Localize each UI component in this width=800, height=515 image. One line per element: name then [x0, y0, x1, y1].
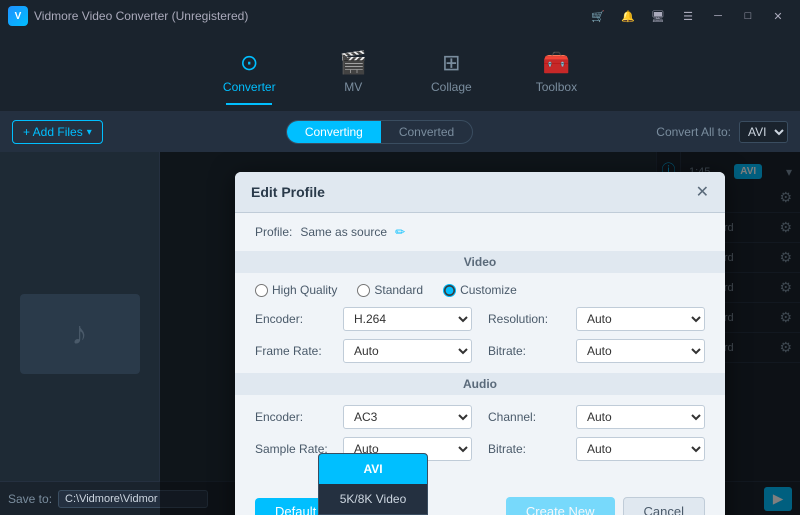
media-placeholder: ♪ — [20, 294, 140, 374]
minimize-button[interactable]: ─ — [704, 6, 732, 26]
audio-bitrate-select[interactable]: Auto — [576, 437, 705, 461]
app-icon: V — [8, 6, 28, 26]
profile-label: Profile: — [255, 225, 292, 239]
video-bitrate-select[interactable]: Auto — [576, 339, 705, 363]
profile-value: Same as source — [300, 225, 387, 239]
video-bitrate-label: Bitrate: — [488, 344, 568, 358]
music-icon: ♪ — [72, 315, 88, 352]
maximize-button[interactable]: □ — [734, 6, 762, 26]
nav-label-collage: Collage — [431, 80, 472, 94]
format-dropdown: AVI 5K/8K Video — [318, 453, 428, 515]
audio-encoder-row: Encoder: AC3 — [255, 405, 472, 429]
encoder-label: Encoder: — [255, 312, 335, 326]
standard-label: Standard — [374, 283, 423, 297]
radio-customize[interactable]: Customize — [443, 283, 517, 297]
modal-body: Profile: Same as source ✏ Video High Qua… — [235, 213, 725, 487]
high-quality-label: High Quality — [272, 283, 337, 297]
audio-encoder-label: Encoder: — [255, 410, 335, 424]
title-bar: V Vidmore Video Converter (Unregistered)… — [0, 0, 800, 32]
title-bar-left: V Vidmore Video Converter (Unregistered) — [8, 6, 248, 26]
save-to-label: Save to: — [8, 492, 52, 506]
customize-label: Customize — [460, 283, 517, 297]
convert-all-select[interactable]: AVI — [739, 121, 788, 143]
collage-icon: ⊞ — [442, 50, 460, 76]
video-quality-group: High Quality Standard Customize — [255, 283, 705, 297]
modal-title: Edit Profile — [251, 184, 325, 200]
resolution-label: Resolution: — [488, 312, 568, 326]
resolution-row: Resolution: Auto — [488, 307, 705, 331]
toolbar: + Add Files ▾ Converting Converted Conve… — [0, 112, 800, 152]
cancel-button[interactable]: Cancel — [623, 497, 705, 515]
mv-icon: 🎬 — [340, 50, 367, 76]
channel-select[interactable]: Auto — [576, 405, 705, 429]
toolbox-icon: 🧰 — [543, 50, 570, 76]
monitor-button[interactable]: 🖥 — [644, 6, 672, 26]
menu-button[interactable]: ☰ — [674, 6, 702, 26]
channel-row: Channel: Auto — [488, 405, 705, 429]
modal-header: Edit Profile ✕ — [235, 172, 725, 213]
audio-bitrate-row: Bitrate: Auto — [488, 437, 705, 461]
nav-item-converter[interactable]: ⊙ Converter — [211, 42, 288, 102]
close-button[interactable]: ✕ — [764, 6, 792, 26]
tab-converting[interactable]: Converting — [287, 121, 381, 143]
video-section-label: Video — [235, 251, 725, 273]
radio-standard[interactable]: Standard — [357, 283, 423, 297]
audio-encoder-select[interactable]: AC3 — [343, 405, 472, 429]
encoder-select[interactable]: H.264 — [343, 307, 472, 331]
nav-label-toolbox: Toolbox — [536, 80, 577, 94]
resolution-select[interactable]: Auto — [576, 307, 705, 331]
left-panel: ♪ — [0, 152, 160, 515]
convert-all-label: Convert All to: — [656, 125, 731, 139]
create-new-button[interactable]: Create New — [506, 497, 615, 515]
channel-label: Channel: — [488, 410, 568, 424]
audio-section-label: Audio — [235, 373, 725, 395]
nav-item-toolbox[interactable]: 🧰 Toolbox — [524, 42, 589, 102]
title-bar-controls: 🛒 🔔 🖥 ☰ ─ □ ✕ — [584, 6, 792, 26]
audio-bitrate-label: Bitrate: — [488, 442, 568, 456]
video-bitrate-row: Bitrate: Auto — [488, 339, 705, 363]
bell-button[interactable]: 🔔 — [614, 6, 642, 26]
frame-rate-row: Frame Rate: Auto — [255, 339, 472, 363]
nav-item-collage[interactable]: ⊞ Collage — [419, 42, 484, 102]
tab-group: Converting Converted — [286, 120, 473, 144]
edit-profile-modal: Edit Profile ✕ Profile: Same as source ✏… — [235, 172, 725, 515]
add-files-label: + Add Files — [23, 125, 83, 139]
profile-row: Profile: Same as source ✏ — [255, 225, 705, 239]
converter-icon: ⊙ — [240, 50, 258, 76]
add-files-button[interactable]: + Add Files ▾ — [12, 120, 103, 144]
encoder-row: Encoder: H.264 — [255, 307, 472, 331]
tab-converted[interactable]: Converted — [381, 121, 472, 143]
app-title: Vidmore Video Converter (Unregistered) — [34, 9, 248, 23]
video-form-grid: Encoder: H.264 Resolution: Auto — [255, 307, 705, 363]
main-content: ♪ ⓘ 1:45 AVI ▾ Auto ⚙ Standard ⚙ Standa — [0, 152, 800, 515]
add-files-dropdown-arrow: ▾ — [87, 127, 92, 138]
modal-footer: Default Create New Cancel — [235, 487, 725, 515]
nav-label-mv: MV — [344, 80, 362, 94]
nav-item-mv[interactable]: 🎬 MV — [328, 42, 379, 102]
footer-actions: Create New Cancel — [506, 497, 705, 515]
frame-rate-select[interactable]: Auto — [343, 339, 472, 363]
modal-close-button[interactable]: ✕ — [696, 182, 709, 202]
nav-bar: ⊙ Converter 🎬 MV ⊞ Collage 🧰 Toolbox — [0, 32, 800, 112]
cart-button[interactable]: 🛒 — [584, 6, 612, 26]
edit-icon[interactable]: ✏ — [395, 225, 405, 239]
format-item-5k8k[interactable]: 5K/8K Video — [319, 484, 427, 514]
right-panel: ⓘ 1:45 AVI ▾ Auto ⚙ Standard ⚙ Standard … — [160, 152, 800, 515]
frame-rate-label: Frame Rate: — [255, 344, 335, 358]
format-item-avi[interactable]: AVI — [319, 454, 427, 484]
radio-high-quality[interactable]: High Quality — [255, 283, 337, 297]
modal-overlay: Edit Profile ✕ Profile: Same as source ✏… — [160, 152, 800, 515]
nav-label-converter: Converter — [223, 80, 276, 94]
